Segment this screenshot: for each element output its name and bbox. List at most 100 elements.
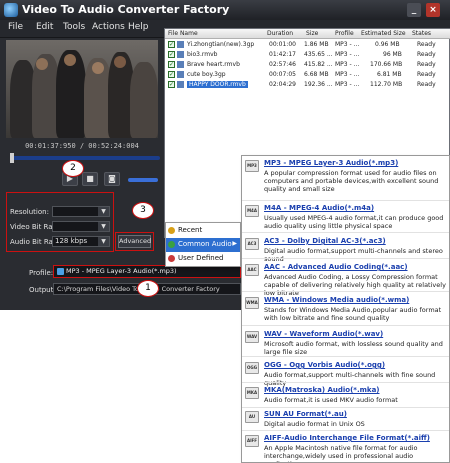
format-description: A popular compression format used for au… [264,169,439,193]
annotation-badge-1: 1 [137,280,159,297]
file-estimated-size: 96 MB [383,51,402,58]
format-item-aiff[interactable]: AIFF AIFF-Audio Interchange File Format(… [242,431,449,462]
minimize-button[interactable]: _ [407,3,421,17]
checkbox[interactable]: ✓ [168,81,175,88]
file-duration: 00:01:00 [269,41,296,48]
column-header[interactable]: Estimated Size [361,30,406,37]
video-file-icon [177,51,184,58]
checkbox[interactable]: ✓ [168,71,175,78]
column-header[interactable]: Size [306,30,318,37]
video-file-icon [177,41,184,48]
format-description: Microsoft audio format, with lossless so… [264,340,443,356]
menu-item-recent[interactable]: Recent [166,224,240,238]
au-format-icon: AU [245,411,259,423]
column-header[interactable]: States [412,30,431,37]
menu-item-label: User Defined [178,254,224,262]
ogg-format-icon: OGG [245,362,259,374]
table-row[interactable]: ✓ bio3.rmvb 01:42:17 435.65 ... MP3 - ..… [165,50,450,60]
ac3-format-icon: AC3 [245,238,259,250]
file-name: Yi.zhongtian(new).3gp [187,41,255,48]
divider [242,325,449,326]
checkbox[interactable]: ✓ [168,51,175,58]
table-row[interactable]: ✓ Brave heart.rmvb 02:57:46 415.82 ... M… [165,60,450,70]
menu-item-user-defined[interactable]: User Defined [166,252,240,266]
user-icon [168,255,175,262]
aac-format-icon: AAC [245,264,259,276]
file-estimated-size: 0.96 MB [375,41,400,48]
file-estimated-size: 6.81 MB [377,71,402,78]
menu-edit[interactable]: Edit [36,22,53,32]
divider [242,232,449,233]
column-header[interactable]: Duration [267,30,293,37]
resolution-select[interactable]: ▼ [52,206,110,217]
file-duration: 00:07:05 [269,71,296,78]
audio-bitrate-select[interactable]: 128 kbps ▼ [52,236,110,247]
format-title: MKA(Matroska) Audio(*.mka) [264,386,380,394]
menu-actions[interactable]: Actions [92,22,125,32]
file-duration: 02:57:46 [269,61,296,68]
divider [242,356,449,357]
video-preview [6,40,158,138]
divider [242,258,449,259]
file-profile: MP3 - ... [335,41,360,48]
window-title: Video To Audio Converter Factory [22,3,230,16]
checkbox[interactable]: ✓ [168,61,175,68]
file-estimated-size: 112.70 MB [370,81,403,88]
file-list-header: File Name Duration Size Profile Estimate… [165,29,450,39]
annotation-badge-2: 2 [62,160,84,177]
format-description: Stands for Windows Media Audio,popular a… [264,306,442,322]
format-title: M4A - MPEG-4 Audio(*.m4a) [264,204,375,212]
file-duration: 01:42:17 [269,51,296,58]
file-size: 192.36 ... [304,81,333,88]
profile-context-menu: Recent Common Audio ▶ User Defined [165,222,241,267]
profile-value: MP3 - MPEG Layer-3 Audio(*.mp3) [66,267,177,275]
format-description: Digital audio format in Unix OS [264,420,365,428]
menu-file[interactable]: File [8,22,23,32]
mp3-format-icon: MP3 [245,160,259,172]
close-button[interactable]: × [426,3,440,17]
file-profile: MP3 - ... [335,81,360,88]
file-size: 415.82 ... [304,61,333,68]
column-header[interactable]: File Name [168,30,198,37]
camera-icon: ◙ [108,174,116,183]
file-name: bio3.rmvb [187,51,218,58]
format-title: WAV - Waveform Audio(*.wav) [264,330,384,338]
format-item-mp3[interactable]: MP3 MP3 - MPEG Layer-3 Audio(*.mp3) A po… [242,156,449,194]
column-header[interactable]: Profile [335,30,354,37]
volume-slider[interactable] [128,178,158,182]
table-row-selected[interactable]: ✓ HAPPY DOOR.rmvb 02:04:29 192.36 ... MP… [165,80,450,90]
menu-item-common-audio[interactable]: Common Audio ▶ [166,238,240,252]
file-state: Ready [417,51,436,58]
file-state: Ready [417,71,436,78]
file-state: Ready [417,81,436,88]
resolution-label: Resolution: [10,208,49,216]
seek-bar[interactable] [10,156,160,160]
checkbox[interactable]: ✓ [168,41,175,48]
table-row[interactable]: ✓ cute boy.3gp 00:07:05 6.68 MB MP3 - ..… [165,70,450,80]
advanced-button[interactable]: Advanced [118,235,151,248]
video-file-icon [177,71,184,78]
video-file-icon [177,81,184,88]
menu-tools[interactable]: Tools [63,22,85,32]
chevron-down-icon: ▼ [98,222,109,231]
audio-bitrate-value: 128 kbps [55,237,88,245]
file-profile: MP3 - ... [335,51,360,58]
chevron-down-icon: ▼ [98,237,109,246]
format-title: AAC - Advanced Audio Coding(*.aac) [264,263,408,271]
seek-thumb[interactable] [10,153,14,163]
menu-help[interactable]: Help [128,22,149,32]
format-description: Audio format,it is used MKV audio format [264,396,398,404]
profile-label: Profile: [29,269,54,277]
format-title: WMA - Windows Media audio(*.wma) [264,296,410,304]
file-duration: 02:04:29 [269,81,296,88]
title-bar[interactable]: Video To Audio Converter Factory _ × [0,0,450,20]
snapshot-button[interactable]: ◙ [104,172,120,186]
app-logo-icon [4,3,18,17]
submenu-arrow-icon: ▶ [232,240,237,247]
table-row[interactable]: ✓ Yi.zhongtian(new).3gp 00:01:00 1.86 MB… [165,40,450,50]
video-bitrate-select[interactable]: ▼ [52,221,110,232]
file-name: Brave heart.rmvb [187,61,240,68]
stop-button[interactable]: ■ [82,172,98,186]
m4a-format-icon: M4A [245,205,259,217]
wma-format-icon: WMA [245,297,259,309]
